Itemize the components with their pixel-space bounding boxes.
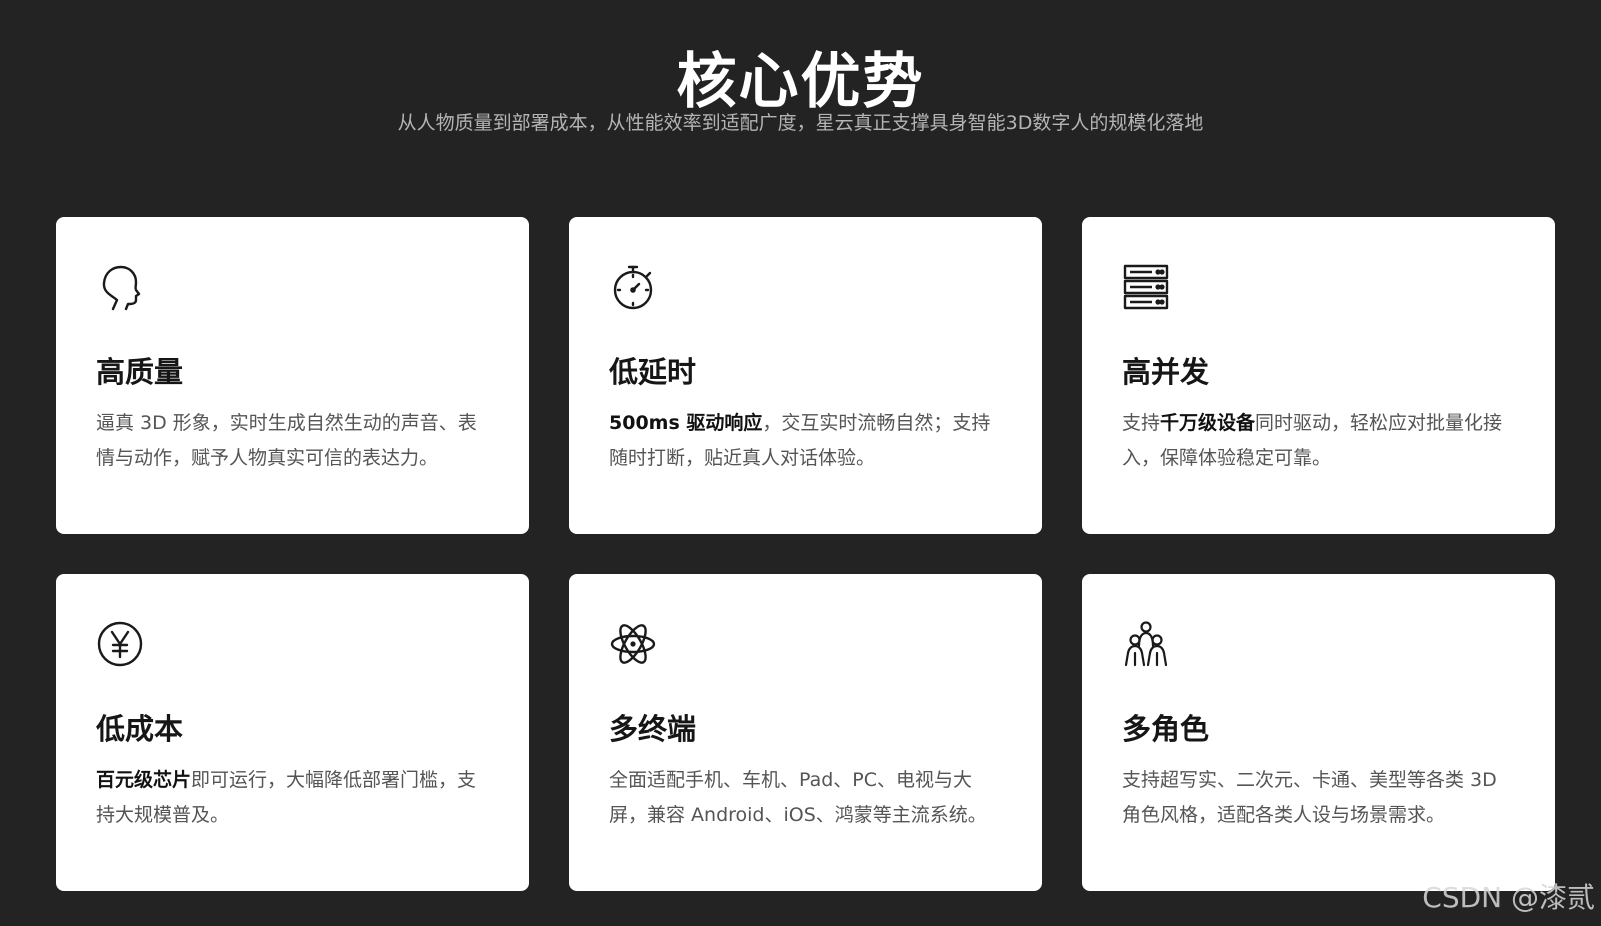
card-title: 高并发 — [1122, 355, 1210, 389]
card-title: 低延时 — [609, 355, 697, 389]
card-title: 多角色 — [1122, 712, 1210, 746]
card-description: 全面适配手机、车机、Pad、PC、电视与大屏，兼容 Android、iOS、鸿蒙… — [609, 769, 987, 826]
card-low-latency: 低延时 500ms 驱动响应，交互实时流畅自然；支持随时打断，贴近真人对话体验。 — [569, 217, 1042, 534]
card-multi-terminal: 多终端 全面适配手机、车机、Pad、PC、电视与大屏，兼容 Android、iO… — [569, 574, 1042, 891]
card-title: 多终端 — [609, 712, 697, 746]
watermark: CSDN @漆贰 — [1422, 881, 1595, 914]
card-description: 500ms 驱动响应，交互实时流畅自然；支持随时打断，贴近真人对话体验。 — [609, 412, 991, 469]
card-description: 支持千万级设备同时驱动，轻松应对批量化接入，保障体验稳定可靠。 — [1122, 412, 1503, 469]
card-title: 高质量 — [96, 355, 184, 389]
yen-circle-icon — [96, 620, 144, 668]
card-description: 支持超写实、二次元、卡通、美型等各类 3D 角色风格，适配各类人设与场景需求。 — [1122, 769, 1497, 826]
card-high-quality: 高质量 逼真 3D 形象，实时生成自然生动的声音、表情与动作，赋予人物真实可信的… — [56, 217, 529, 534]
server-stack-icon — [1122, 263, 1170, 311]
card-title: 低成本 — [96, 712, 184, 746]
card-description: 百元级芯片即可运行，大幅降低部署门槛，支持大规模普及。 — [96, 769, 477, 826]
stopwatch-icon — [609, 263, 657, 311]
advantages-grid: 高质量 逼真 3D 形象，实时生成自然生动的声音、表情与动作，赋予人物真实可信的… — [56, 217, 1556, 891]
head-profile-icon — [96, 263, 144, 311]
card-description: 逼真 3D 形象，实时生成自然生动的声音、表情与动作，赋予人物真实可信的表达力。 — [96, 412, 477, 469]
atom-icon — [609, 620, 657, 668]
card-multi-role: 多角色 支持超写实、二次元、卡通、美型等各类 3D 角色风格，适配各类人设与场景… — [1082, 574, 1555, 891]
page-subtitle: 从人物质量到部署成本，从性能效率到适配广度，星云真正支撑具身智能3D数字人的规模… — [397, 112, 1204, 134]
card-low-cost: 低成本 百元级芯片即可运行，大幅降低部署门槛，支持大规模普及。 — [56, 574, 529, 891]
card-high-concurrency: 高并发 支持千万级设备同时驱动，轻松应对批量化接入，保障体验稳定可靠。 — [1082, 217, 1555, 534]
people-group-icon — [1122, 620, 1170, 668]
